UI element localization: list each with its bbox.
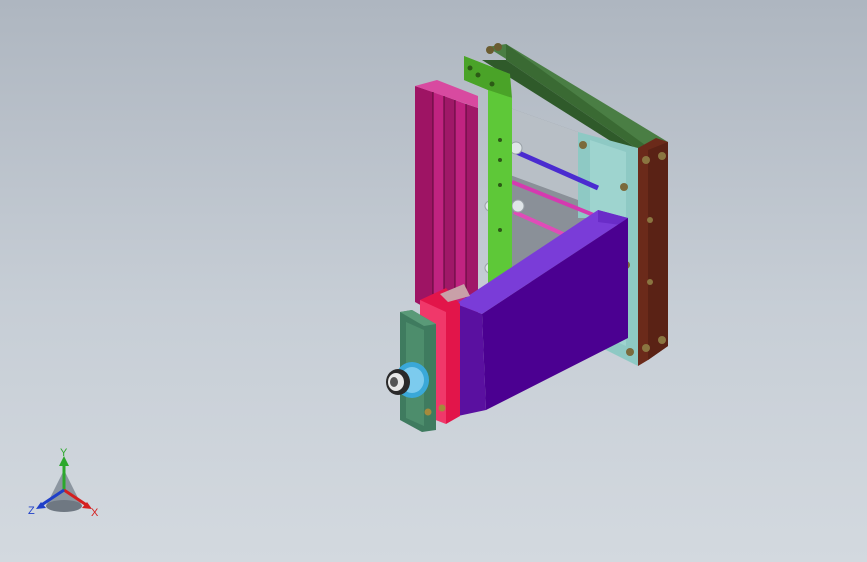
cad-viewport[interactable]: Y X Z (0, 0, 867, 562)
magenta-rails[interactable] (415, 80, 478, 322)
bolt (424, 408, 432, 416)
axis-triad: Y X Z (28, 448, 99, 519)
brown-side-plate[interactable] (638, 138, 668, 366)
z-axis-label: Z (28, 505, 35, 517)
bolt (438, 404, 446, 412)
motor[interactable] (386, 362, 429, 398)
cad-model-assembly[interactable] (0, 0, 867, 562)
x-axis-label: X (91, 507, 99, 519)
y-axis-label: Y (60, 448, 68, 459)
